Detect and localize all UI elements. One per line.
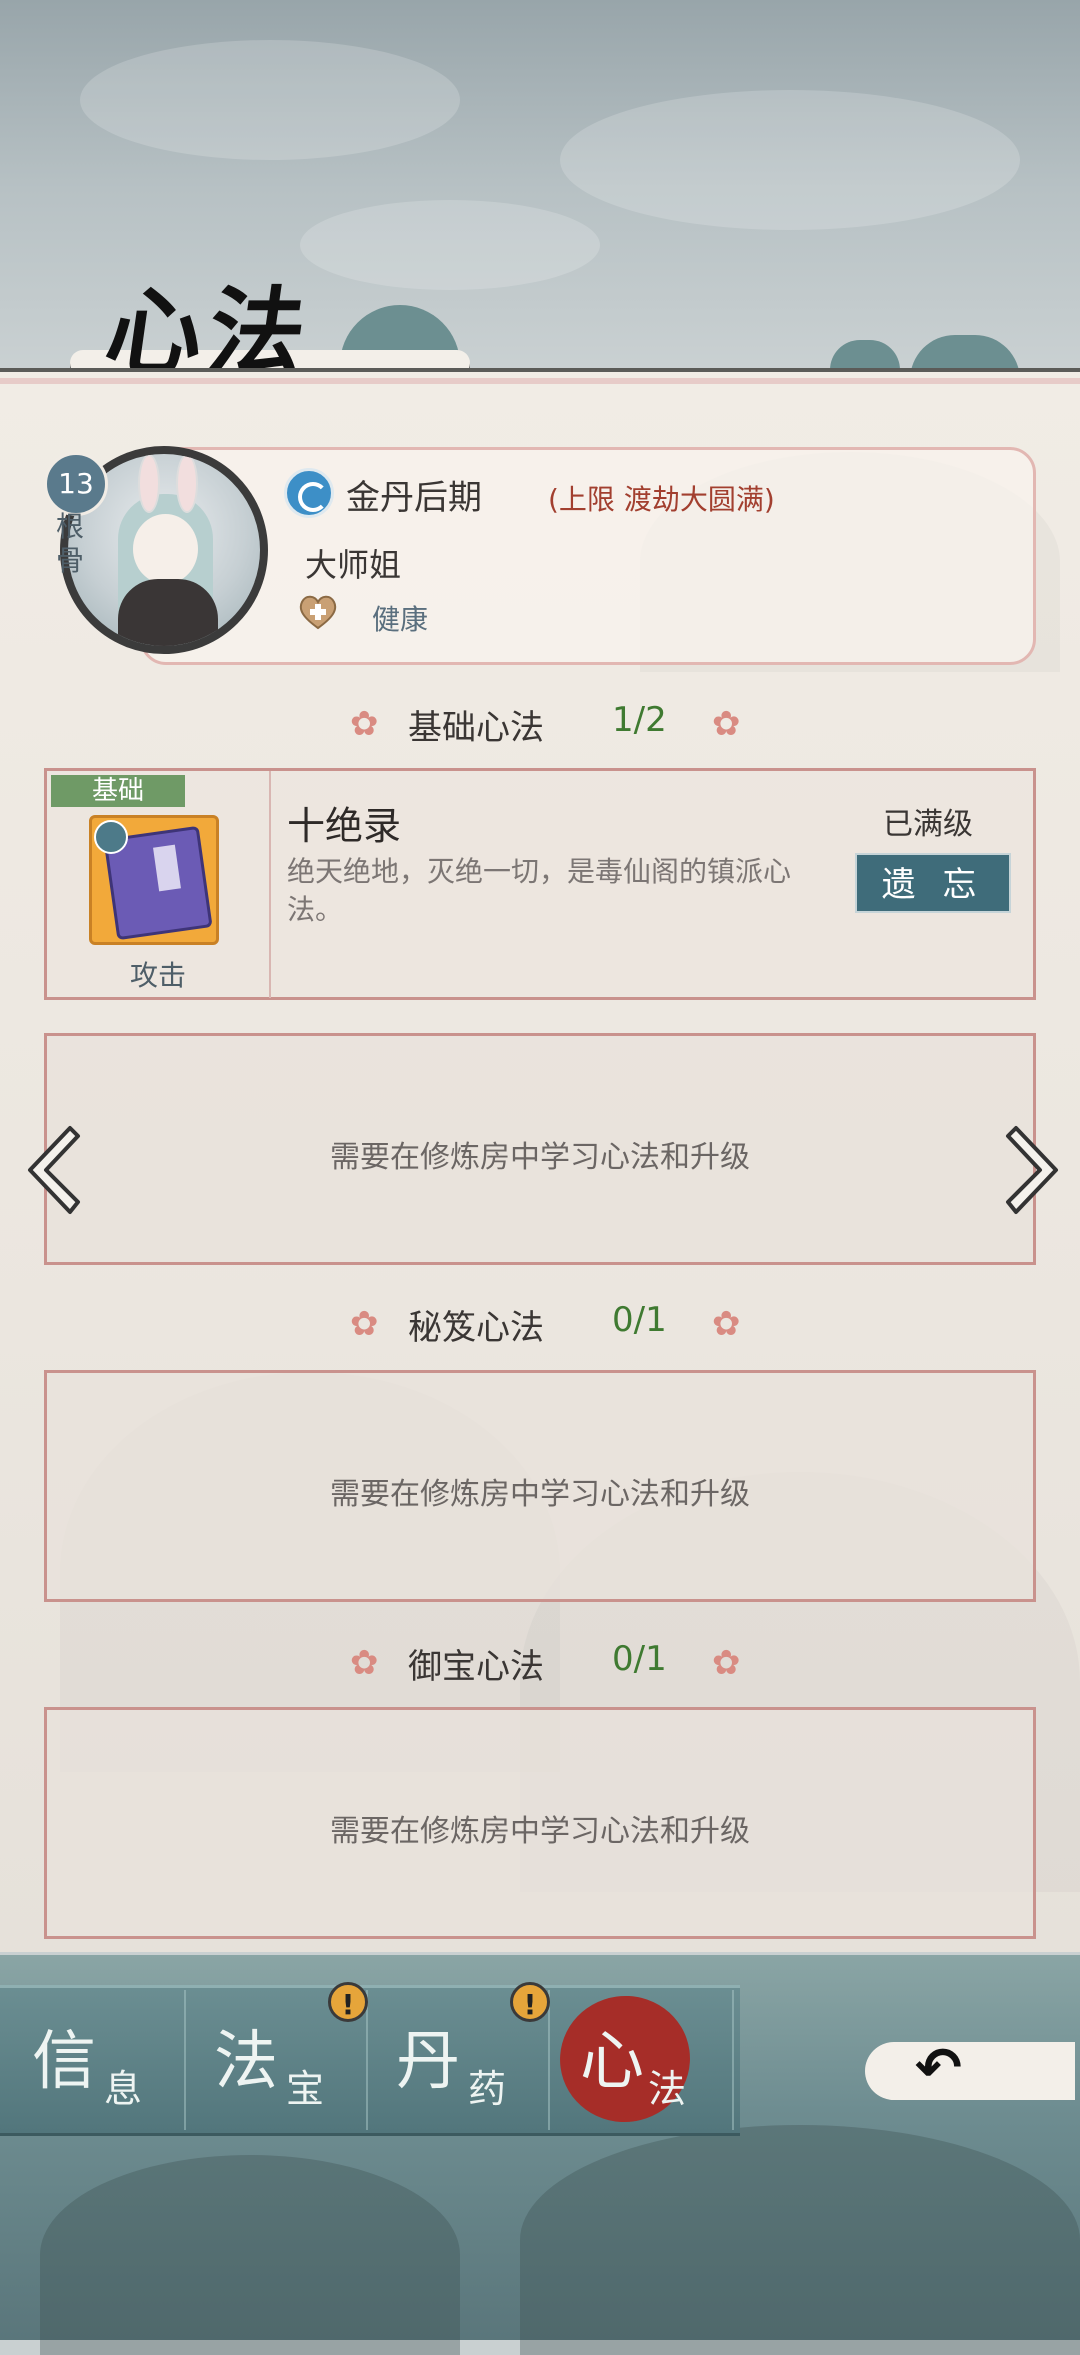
section-count: 0/1 xyxy=(612,1300,667,1340)
tab-label-main: 法 xyxy=(214,2025,278,2099)
technique-slot-empty[interactable]: 需要在修炼房中学习心法和升级 xyxy=(44,1370,1036,1602)
level-label: 根骨 xyxy=(56,510,85,577)
empty-slot-hint: 需要在修炼房中学习心法和升级 xyxy=(330,1140,750,1175)
technique-slot-empty[interactable]: 需要在修炼房中学习心法和升级 xyxy=(44,1707,1036,1939)
technique-slot-empty[interactable]: 需要在修炼房中学习心法和升级 xyxy=(44,1033,1036,1265)
technique-name: 十绝录 xyxy=(287,804,402,848)
tab-label-sub: 药 xyxy=(468,2067,507,2111)
flower-icon: ✿ xyxy=(712,1643,741,1683)
health-status: 健康 xyxy=(372,603,429,636)
section-title: 基础心法 xyxy=(408,708,544,748)
tab-label-main: 心 xyxy=(580,2025,644,2099)
next-arrow-icon[interactable] xyxy=(1000,1122,1066,1218)
tab-label-main: 信 xyxy=(32,2025,96,2099)
technique-description: 绝天绝地，灭绝一切，是毒仙阁的镇派心法。 xyxy=(287,855,792,926)
flower-icon: ✿ xyxy=(350,1643,379,1683)
back-scroll xyxy=(865,2042,1075,2100)
flower-icon: ✿ xyxy=(712,704,741,744)
level-badge: 13 xyxy=(44,452,108,516)
section-header-secret: ✿ 秘笈心法 0/1 ✿ xyxy=(0,1298,1080,1348)
technique-icon-frame[interactable]: 基础 攻击 xyxy=(47,771,271,998)
flower-icon: ✿ xyxy=(350,704,379,744)
section-count: 1/2 xyxy=(612,700,667,740)
max-level-status: 已满级 xyxy=(883,807,973,842)
flower-icon: ✿ xyxy=(712,1304,741,1344)
back-arrow-icon: ↶ xyxy=(915,2036,962,2101)
tab-label-main: 丹 xyxy=(396,2025,460,2099)
technique-slot-filled[interactable]: 基础 攻击 十绝录 绝天绝地，灭绝一切，是毒仙阁的镇派心法。 已满级 遗 忘 xyxy=(44,768,1036,1000)
section-header-basic: ✿ 基础心法 1/2 ✿ xyxy=(0,698,1080,748)
tab-label-sub: 法 xyxy=(648,2067,687,2111)
forget-button[interactable]: 遗 忘 xyxy=(855,853,1011,913)
prev-arrow-icon[interactable] xyxy=(20,1122,86,1218)
section-header-treasure: ✿ 御宝心法 0/1 ✿ xyxy=(0,1637,1080,1687)
alert-badge-icon: ! xyxy=(328,1982,368,2022)
technique-tag: 基础 xyxy=(51,775,185,807)
section-count: 0/1 xyxy=(612,1639,667,1679)
empty-slot-hint: 需要在修炼房中学习心法和升级 xyxy=(330,1477,750,1512)
technique-type: 攻击 xyxy=(129,959,186,992)
water-swirl-icon xyxy=(284,468,334,518)
section-title: 秘笈心法 xyxy=(408,1308,544,1348)
flower-icon: ✿ xyxy=(350,1304,379,1344)
character-name: 大师姐 xyxy=(305,546,402,584)
tab-label-sub: 宝 xyxy=(286,2067,325,2111)
tab-label-sub: 息 xyxy=(104,2067,143,2111)
section-title: 御宝心法 xyxy=(408,1647,544,1687)
realm-limit-text: (上限 渡劫大圆满) xyxy=(548,483,775,516)
realm-text: 金丹后期 xyxy=(346,478,482,518)
panel-edge xyxy=(0,378,1080,384)
empty-slot-hint: 需要在修炼房中学习心法和升级 xyxy=(330,1814,750,1849)
heart-plus-icon xyxy=(299,595,337,630)
tab-technique[interactable]: 心 法 xyxy=(551,1987,734,2131)
book-icon xyxy=(89,815,219,945)
alert-badge-icon: ! xyxy=(510,1982,550,2022)
tab-info[interactable]: 信 息 xyxy=(4,1990,186,2130)
back-button[interactable]: ↶ xyxy=(855,2022,1080,2112)
